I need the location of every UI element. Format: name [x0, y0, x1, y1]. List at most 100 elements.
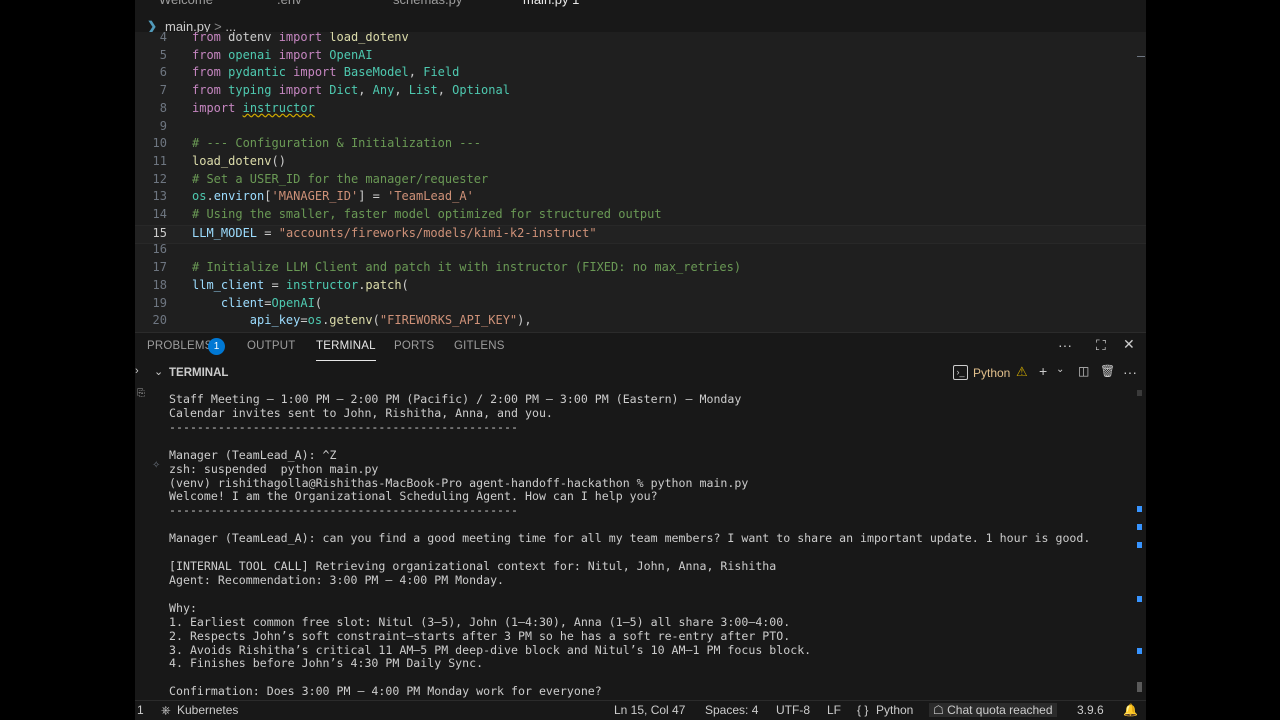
- terminal-output[interactable]: ⎘ ✧ Staff Meeting — 1:00 PM – 2:00 PM (P…: [135, 384, 1146, 700]
- status-encoding[interactable]: UTF-8: [776, 703, 810, 717]
- vscode-window: Welcome .env schemas.py main.py 1 ❯ main…: [135, 0, 1146, 720]
- terminal-scroll-marker: [1137, 390, 1142, 396]
- terminal-line-text: Manager (TeamLead_A): can you find a goo…: [169, 531, 1091, 546]
- code-token: =: [264, 295, 272, 310]
- code-token: BaseModel: [336, 65, 409, 80]
- maximize-panel-icon[interactable]: ⛶: [1096, 337, 1106, 354]
- terminal-tab-icon[interactable]: ⎘: [137, 388, 145, 399]
- code-editor[interactable]: 4 from dotenv import load_dotenv 5 from ope…: [135, 32, 1146, 332]
- code-line[interactable]: 14 # Using the smaller, faster model opti…: [135, 207, 1146, 224]
- code-token: typing: [220, 83, 279, 98]
- tab-env[interactable]: .env: [277, 0, 302, 9]
- tab-gitlens[interactable]: GITLENS: [454, 340, 505, 352]
- status-eol[interactable]: LF: [827, 703, 841, 717]
- tab-main[interactable]: main.py 1: [523, 0, 579, 9]
- code-token: LLM_MODEL: [192, 225, 258, 240]
- code-token: environ: [213, 189, 265, 204]
- code-token: patch: [365, 277, 402, 292]
- code-token: from: [192, 65, 221, 80]
- code-token: ),: [517, 313, 532, 328]
- code-token: Any: [372, 83, 395, 98]
- status-cursor-position[interactable]: Ln 15, Col 47: [614, 703, 685, 717]
- code-line[interactable]: 20 api_key=os.getenv("FIREWORKS_API_KEY"…: [135, 313, 1146, 330]
- terminal-line: Staff Meeting — 1:00 PM – 2:00 PM (Pacif…: [169, 392, 741, 406]
- trash-icon[interactable]: 🗑: [1100, 364, 1115, 378]
- code-line[interactable]: 11 load_dotenv(): [135, 154, 1146, 171]
- code-line[interactable]: 19 client=OpenAI(: [135, 296, 1146, 313]
- code-token: Optional: [452, 83, 510, 98]
- close-panel-icon[interactable]: ✕: [1123, 336, 1135, 353]
- code-line[interactable]: 15 LLM_MODEL = "accounts/fireworks/models…: [135, 224, 1146, 244]
- code-text: # Using the smaller, faster model optimi…: [192, 207, 662, 221]
- code-text: client=OpenAI(: [192, 296, 322, 310]
- code-line[interactable]: 17 # Initialize LLM Client and patch it w…: [135, 260, 1146, 277]
- code-line[interactable]: 16: [135, 242, 1146, 259]
- code-token: llm_client: [192, 277, 265, 292]
- tab-schemas[interactable]: schemas.py: [393, 0, 462, 9]
- code-line[interactable]: 10 # --- Configuration & Initialization -…: [135, 136, 1146, 153]
- code-line[interactable]: 12 # Set a USER_ID for the manager/reques…: [135, 172, 1146, 189]
- tab-problems[interactable]: PROBLEMS: [147, 340, 213, 352]
- terminal-scrollbar-thumb[interactable]: [1137, 682, 1142, 692]
- code-token: from: [192, 32, 221, 44]
- code-text: from dotenv import load_dotenv: [192, 32, 409, 44]
- tab-welcome[interactable]: Welcome: [159, 0, 213, 9]
- code-token: from: [192, 83, 221, 98]
- split-terminal-icon[interactable]: ◫: [1078, 364, 1089, 378]
- line-number: 14: [152, 207, 167, 221]
- code-text: from typing import Dict, Any, List, Opti…: [192, 83, 510, 97]
- line-number: 11: [152, 153, 167, 168]
- status-braces[interactable]: { }: [857, 703, 868, 717]
- code-line[interactable]: 5 from openai import OpenAI: [135, 48, 1146, 65]
- code-token: "FIREWORKS_API_KEY": [379, 313, 518, 328]
- code-text: load_dotenv(): [192, 154, 286, 168]
- terminal-line: Why:: [169, 601, 197, 615]
- code-token: OpenAI: [271, 295, 315, 310]
- terminal-line: zsh: suspended python main.py: [169, 462, 378, 476]
- code-text: llm_client = instructor.patch(: [192, 278, 409, 292]
- status-chat-quota[interactable]: ☖ Chat quota reached: [929, 703, 1057, 717]
- code-token: =: [264, 277, 286, 292]
- terminal-line: 2. Respects John’s soft constraint—start…: [169, 629, 790, 643]
- terminal-line-text: [INTERNAL TOOL CALL] Retrieving organiza…: [169, 559, 777, 574]
- status-language[interactable]: Python: [876, 703, 913, 717]
- code-line[interactable]: 7 from typing import Dict, Any, List, Opt…: [135, 83, 1146, 100]
- bell-icon[interactable]: 🔔: [1123, 703, 1138, 717]
- terminal-line: Confirmation: Does 3:00 PM – 4:00 PM Mon…: [169, 684, 602, 698]
- code-token: =: [300, 313, 308, 328]
- code-line[interactable]: 6 from pydantic import BaseModel, Field: [135, 65, 1146, 82]
- code-token: os: [307, 313, 323, 328]
- chevron-down-icon[interactable]: ⌄: [154, 365, 163, 378]
- code-line[interactable]: 4 from dotenv import load_dotenv: [135, 32, 1146, 47]
- terminal-line: Manager (TeamLead_A): ^Z: [169, 448, 337, 462]
- code-line[interactable]: 18 llm_client = instructor.patch(: [135, 278, 1146, 295]
- new-terminal-icon[interactable]: +: [1039, 363, 1047, 379]
- code-token: api_key: [249, 313, 301, 328]
- status-problems[interactable]: 1: [137, 703, 144, 717]
- code-token: import: [192, 100, 236, 115]
- code-line[interactable]: 8 import instructor: [135, 101, 1146, 118]
- line-number: 5: [159, 47, 167, 62]
- tab-output[interactable]: OUTPUT: [247, 340, 295, 352]
- terminal-dropdown-icon[interactable]: ⌄: [1056, 364, 1064, 375]
- status-indentation[interactable]: Spaces: 4: [705, 703, 758, 717]
- line-number: 13: [152, 189, 167, 204]
- sparkle-icon: ✧: [152, 460, 161, 471]
- status-kubernetes[interactable]: Kubernetes: [177, 703, 238, 717]
- code-line[interactable]: 9: [135, 119, 1146, 136]
- tab-ports[interactable]: PORTS: [394, 340, 434, 352]
- terminal-more-icon[interactable]: ···: [1123, 364, 1137, 380]
- terminal-scroll-marker: [1137, 542, 1142, 548]
- line-number: 12: [152, 171, 167, 186]
- chevron-right-icon[interactable]: ›: [135, 365, 139, 377]
- code-token: import: [278, 32, 323, 44]
- status-python-version[interactable]: 3.9.6: [1077, 703, 1104, 717]
- tab-terminal[interactable]: TERMINAL: [316, 340, 376, 361]
- minimap-marker: [1137, 56, 1145, 57]
- code-line[interactable]: 13 os.environ['MANAGER_ID'] = 'TeamLead_A…: [135, 189, 1146, 206]
- more-actions-icon[interactable]: ···: [1058, 337, 1072, 353]
- terminal-shell-label[interactable]: Python: [973, 366, 1010, 380]
- code-token: ] =: [358, 189, 388, 204]
